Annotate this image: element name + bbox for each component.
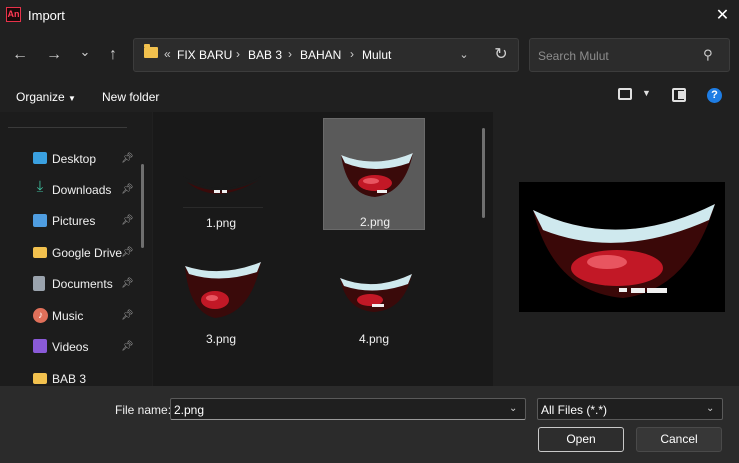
sidebar-item-label: Documents <box>52 277 113 291</box>
breadcrumb-item[interactable]: Mulut <box>362 48 391 62</box>
file-name-input[interactable] <box>170 398 526 420</box>
download-icon: ⤓ <box>36 178 44 195</box>
caret-down-icon[interactable]: ▼ <box>642 88 651 98</box>
breadcrumb-item[interactable]: BAHAN <box>300 48 341 62</box>
folder-icon <box>144 44 158 58</box>
caret-down-icon: ▼ <box>68 94 76 103</box>
pin-icon: 📌︎ <box>121 278 134 289</box>
file-item-selected[interactable]: 2.png <box>323 118 425 230</box>
sidebar-item-label: Music <box>52 309 84 323</box>
sidebar-item-videos[interactable]: Videos 📌︎ <box>0 334 140 362</box>
chevron-right-icon: › <box>288 47 292 61</box>
breadcrumb-item[interactable]: BAB 3 <box>248 48 282 62</box>
chevron-down-icon[interactable]: ⌄ <box>706 403 714 414</box>
file-item[interactable]: 4.png <box>323 236 425 348</box>
file-item[interactable]: 1.png <box>170 120 272 232</box>
documents-icon <box>33 276 45 291</box>
chevron-down-icon[interactable]: ⌄ <box>455 46 473 64</box>
divider <box>8 127 127 128</box>
file-name: 1.png <box>205 216 237 230</box>
cancel-button[interactable]: Cancel <box>636 427 722 452</box>
sidebar-item-documents[interactable]: Documents 📌︎ <box>0 271 140 299</box>
sidebar-item-label: Desktop <box>52 152 97 166</box>
videos-icon <box>33 339 47 353</box>
file-type-value[interactable]: All Files (*.*) <box>541 403 607 417</box>
image-thumbnail <box>341 153 413 197</box>
organize-label: Organize <box>16 90 65 104</box>
chevron-right-icon: › <box>350 47 354 61</box>
pin-icon: 📌︎ <box>121 215 134 226</box>
preview-pane-icon[interactable] <box>672 88 686 102</box>
file-name-label: File name: <box>115 403 172 417</box>
refresh-button[interactable]: ↻ <box>490 44 512 66</box>
pin-icon: 📌︎ <box>121 184 134 195</box>
image-thumbnail <box>185 262 261 318</box>
image-thumbnail <box>340 274 412 312</box>
sidebar-item-pictures[interactable]: Pictures 📌︎ <box>0 208 140 236</box>
file-name: 4.png <box>358 332 390 346</box>
pin-icon: 📌︎ <box>121 247 134 258</box>
sidebar-item-desktop[interactable]: Desktop 📌︎ <box>0 146 140 174</box>
back-button[interactable]: ← <box>8 43 32 67</box>
sidebar-item-label: Pictures <box>52 214 96 228</box>
pin-icon: 📌︎ <box>121 341 134 352</box>
image-preview <box>519 182 725 312</box>
chevron-right-icon: › <box>236 47 240 61</box>
sidebar-item-label: BAB 3 <box>52 372 87 386</box>
desktop-icon <box>33 152 47 164</box>
folder-icon <box>33 373 47 384</box>
file-list-scrollbar[interactable] <box>482 128 485 218</box>
pictures-icon <box>33 214 47 227</box>
up-folder-button[interactable]: ↑ <box>101 43 125 67</box>
search-icon[interactable]: ⚲ <box>700 47 716 63</box>
close-button[interactable]: ✕ <box>706 1 739 30</box>
file-name-value[interactable]: 2.png <box>174 403 204 417</box>
sidebar-item-label: Google Drive <box>52 246 123 260</box>
folder-icon <box>33 247 47 258</box>
recent-locations-button[interactable]: ⌄ <box>73 43 97 67</box>
breadcrumb-item[interactable]: FIX BARU <box>177 48 232 62</box>
sidebar-item-label: Downloads <box>52 183 112 197</box>
pin-icon: 📌︎ <box>121 310 134 321</box>
file-name: 2.png <box>359 215 391 229</box>
sidebar-scrollbar[interactable] <box>141 164 144 248</box>
title-bar <box>0 0 739 31</box>
image-thumbnail <box>183 176 263 208</box>
forward-button[interactable]: → <box>42 43 66 67</box>
sidebar-item-downloads[interactable]: ⤓ Downloads 📌︎ <box>0 177 140 205</box>
organize-button[interactable]: Organize ▼ <box>16 90 76 104</box>
file-item[interactable]: 3.png <box>170 236 272 348</box>
search-placeholder: Search Mulut <box>538 49 609 63</box>
help-icon[interactable]: ? <box>707 88 722 103</box>
sidebar-item-label: Videos <box>52 340 89 354</box>
animate-app-icon: An <box>6 7 21 22</box>
music-icon: ♪ <box>33 308 48 323</box>
window-title: Import <box>28 8 65 23</box>
pin-icon: 📌︎ <box>121 153 134 164</box>
breadcrumb-overflow[interactable]: « <box>164 47 171 61</box>
new-folder-button[interactable]: New folder <box>102 90 159 104</box>
sidebar-item-google-drive[interactable]: Google Drive 📌︎ <box>0 240 140 268</box>
file-name: 3.png <box>205 332 237 346</box>
chevron-down-icon[interactable]: ⌄ <box>509 403 517 414</box>
open-button[interactable]: Open <box>538 427 624 452</box>
view-options-icon[interactable] <box>618 88 632 100</box>
sidebar-item-music[interactable]: ♪ Music 📌︎ <box>0 303 140 331</box>
